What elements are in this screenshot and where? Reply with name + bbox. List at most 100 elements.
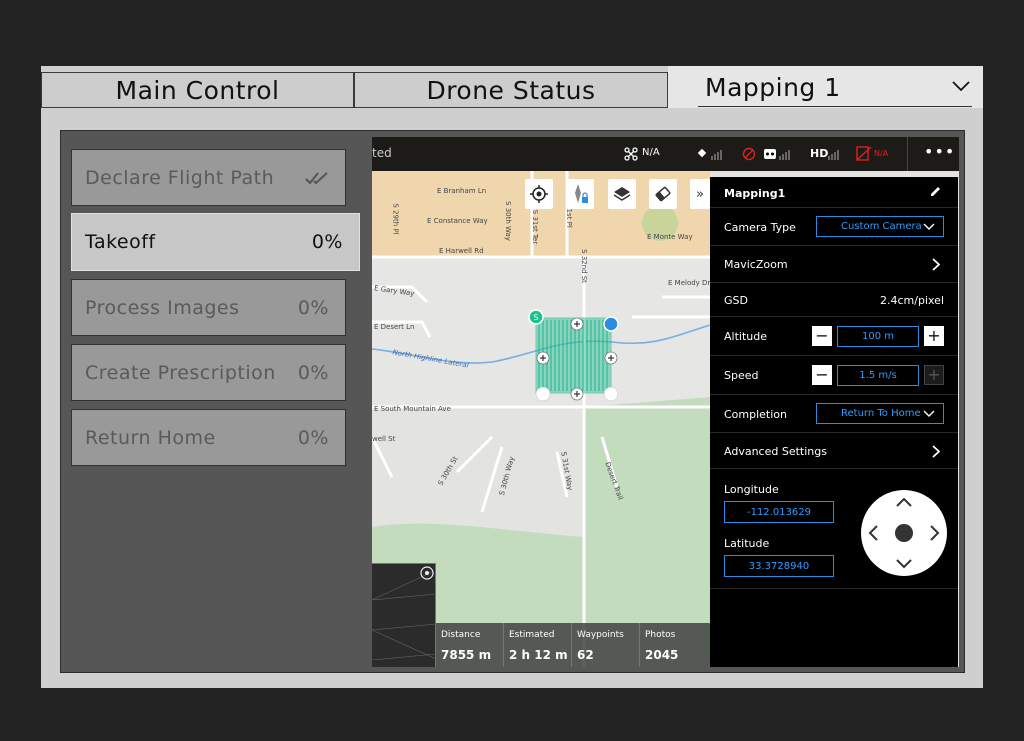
street-label: E South Mountain Ave bbox=[374, 405, 451, 413]
edit-pencil-icon[interactable] bbox=[930, 185, 942, 197]
mission-title: Mapping1 bbox=[724, 187, 786, 200]
satellite-signal-icon bbox=[697, 148, 722, 160]
stat-label: Distance bbox=[441, 630, 481, 640]
mission-stats: Distance 7855 m Estimated 2 h 12 m 7 Way… bbox=[436, 623, 710, 667]
altitude-input[interactable]: 100 m bbox=[837, 326, 919, 347]
advanced-settings-row[interactable]: Advanced Settings bbox=[710, 433, 958, 469]
longitude-label: Longitude bbox=[724, 483, 779, 496]
stat-distance: Distance 7855 m bbox=[436, 623, 504, 667]
hd-signal-bars-icon bbox=[828, 150, 839, 160]
street-label: E Harwell Rd bbox=[439, 247, 484, 255]
street-label: S 30th Way bbox=[503, 201, 512, 241]
speed-input[interactable]: 1.5 m/s bbox=[837, 365, 919, 386]
tab-underline bbox=[698, 106, 972, 107]
step-progress: 0% bbox=[311, 231, 343, 253]
tab-mapping-1[interactable]: Mapping 1 bbox=[668, 66, 983, 108]
expand-panel-button[interactable]: » bbox=[690, 179, 710, 209]
flight-warning-icon bbox=[856, 146, 872, 161]
step-label: Declare Flight Path bbox=[85, 166, 275, 189]
street-label: S 31st Ter bbox=[531, 209, 540, 245]
preview-canvas bbox=[372, 566, 437, 661]
tab-drone-status[interactable]: Drone Status bbox=[354, 72, 668, 108]
chevron-right-icon bbox=[932, 445, 940, 458]
zoom-label: MavicZoom bbox=[724, 258, 788, 271]
stat-value: 7855 m bbox=[441, 648, 492, 662]
camera-preview[interactable] bbox=[372, 563, 437, 667]
street-label: E Melody Dr bbox=[668, 279, 711, 287]
mission-settings-panel: Mapping1 Camera Type Custom Camera Mavic… bbox=[710, 177, 958, 667]
layers-button[interactable] bbox=[608, 179, 636, 209]
camera-type-value: Custom Camera bbox=[841, 221, 922, 232]
signal-warning-icon bbox=[742, 147, 756, 161]
street-label: E Desert Ln bbox=[374, 323, 415, 331]
eraser-icon bbox=[655, 186, 671, 202]
compass-lock-button[interactable] bbox=[566, 179, 594, 209]
stat-waypoints: Waypoints 62 bbox=[572, 623, 640, 667]
tab-main-control[interactable]: Main Control bbox=[41, 72, 354, 108]
double-chevron-right-icon: » bbox=[696, 186, 704, 202]
completion-value: Return To Home bbox=[841, 408, 921, 419]
stat-label: Estimated bbox=[509, 630, 555, 640]
gsd-row: GSD 2.4cm/pixel bbox=[710, 283, 958, 317]
speed-label: Speed bbox=[724, 369, 759, 382]
step-process-images[interactable]: Process Images 0% bbox=[71, 279, 346, 336]
speed-increase-button[interactable]: + bbox=[924, 365, 944, 385]
compass-lock-icon bbox=[575, 184, 588, 203]
street-label: well St bbox=[372, 435, 396, 443]
stat-label: Waypoints bbox=[577, 630, 624, 640]
step-takeoff[interactable]: Takeoff 0% bbox=[71, 213, 360, 271]
step-return-home[interactable]: Return Home 0% bbox=[71, 409, 346, 466]
camera-type-select[interactable]: Custom Camera bbox=[816, 216, 944, 237]
gsd-value: 2.4cm/pixel bbox=[880, 294, 944, 307]
step-progress: 0% bbox=[297, 296, 329, 319]
stat-estimated: Estimated 2 h 12 m 7 bbox=[504, 623, 572, 667]
locate-button[interactable] bbox=[525, 179, 553, 209]
completion-label: Completion bbox=[724, 408, 788, 421]
mission-title-row: Mapping1 bbox=[710, 177, 958, 208]
chevron-right-icon bbox=[932, 258, 940, 271]
altitude-row: Altitude − 100 m + bbox=[710, 317, 958, 356]
remote-controller-signal-icon bbox=[764, 149, 790, 160]
status-divider bbox=[907, 137, 908, 171]
map-view[interactable]: S E Branham Ln E Constance Way E Harwell… bbox=[372, 137, 959, 667]
chevron-down-icon[interactable] bbox=[952, 80, 970, 92]
hd-label: HD bbox=[810, 147, 829, 160]
camera-type-label: Camera Type bbox=[724, 221, 796, 234]
altitude-increase-button[interactable]: + bbox=[924, 326, 944, 346]
stat-value: 2045 bbox=[645, 648, 679, 662]
directional-pad[interactable] bbox=[860, 489, 948, 577]
status-bar: ted N/A HD N/A ••• bbox=[372, 137, 959, 171]
app-frame: Main Control Drone Status Mapping 1 Decl… bbox=[41, 66, 983, 688]
speed-decrease-button[interactable]: − bbox=[812, 365, 832, 385]
drone-status-text: N/A bbox=[642, 147, 660, 158]
chevron-down-icon bbox=[923, 410, 935, 417]
completion-select[interactable]: Return To Home bbox=[816, 403, 944, 424]
mission-panel: Declare Flight Path Takeoff 0% Process I… bbox=[60, 130, 965, 673]
latitude-input[interactable]: 33.3728940 bbox=[724, 555, 834, 577]
altitude-decrease-button[interactable]: − bbox=[812, 326, 832, 346]
zoom-row[interactable]: MavicZoom bbox=[710, 246, 958, 283]
chevron-down-icon bbox=[923, 223, 935, 230]
stat-value: 62 bbox=[577, 648, 594, 662]
latitude-label: Latitude bbox=[724, 537, 770, 550]
eraser-button[interactable] bbox=[649, 179, 677, 209]
step-progress: 0% bbox=[297, 361, 329, 384]
step-progress: 0% bbox=[297, 426, 329, 449]
step-label: Process Images bbox=[85, 296, 240, 319]
warning-status-text: N/A bbox=[874, 149, 889, 158]
gsd-label: GSD bbox=[724, 294, 748, 307]
speed-row: Speed − 1.5 m/s + bbox=[710, 356, 958, 395]
start-marker: S bbox=[533, 313, 538, 322]
step-label: Takeoff bbox=[85, 231, 156, 253]
step-label: Return Home bbox=[85, 426, 216, 449]
street-label: E Branham Ln bbox=[437, 187, 487, 195]
step-create-prescription[interactable]: Create Prescription 0% bbox=[71, 344, 346, 401]
step-declare-flight-path[interactable]: Declare Flight Path bbox=[71, 149, 346, 206]
drone-icon bbox=[624, 147, 638, 161]
more-options-icon[interactable]: ••• bbox=[924, 142, 955, 161]
altitude-label: Altitude bbox=[724, 330, 767, 343]
camera-type-row: Camera Type Custom Camera bbox=[710, 208, 958, 246]
longitude-input[interactable]: -112.013629 bbox=[724, 501, 834, 523]
step-label: Create Prescription bbox=[85, 361, 276, 384]
stat-label: Photos bbox=[645, 630, 676, 640]
